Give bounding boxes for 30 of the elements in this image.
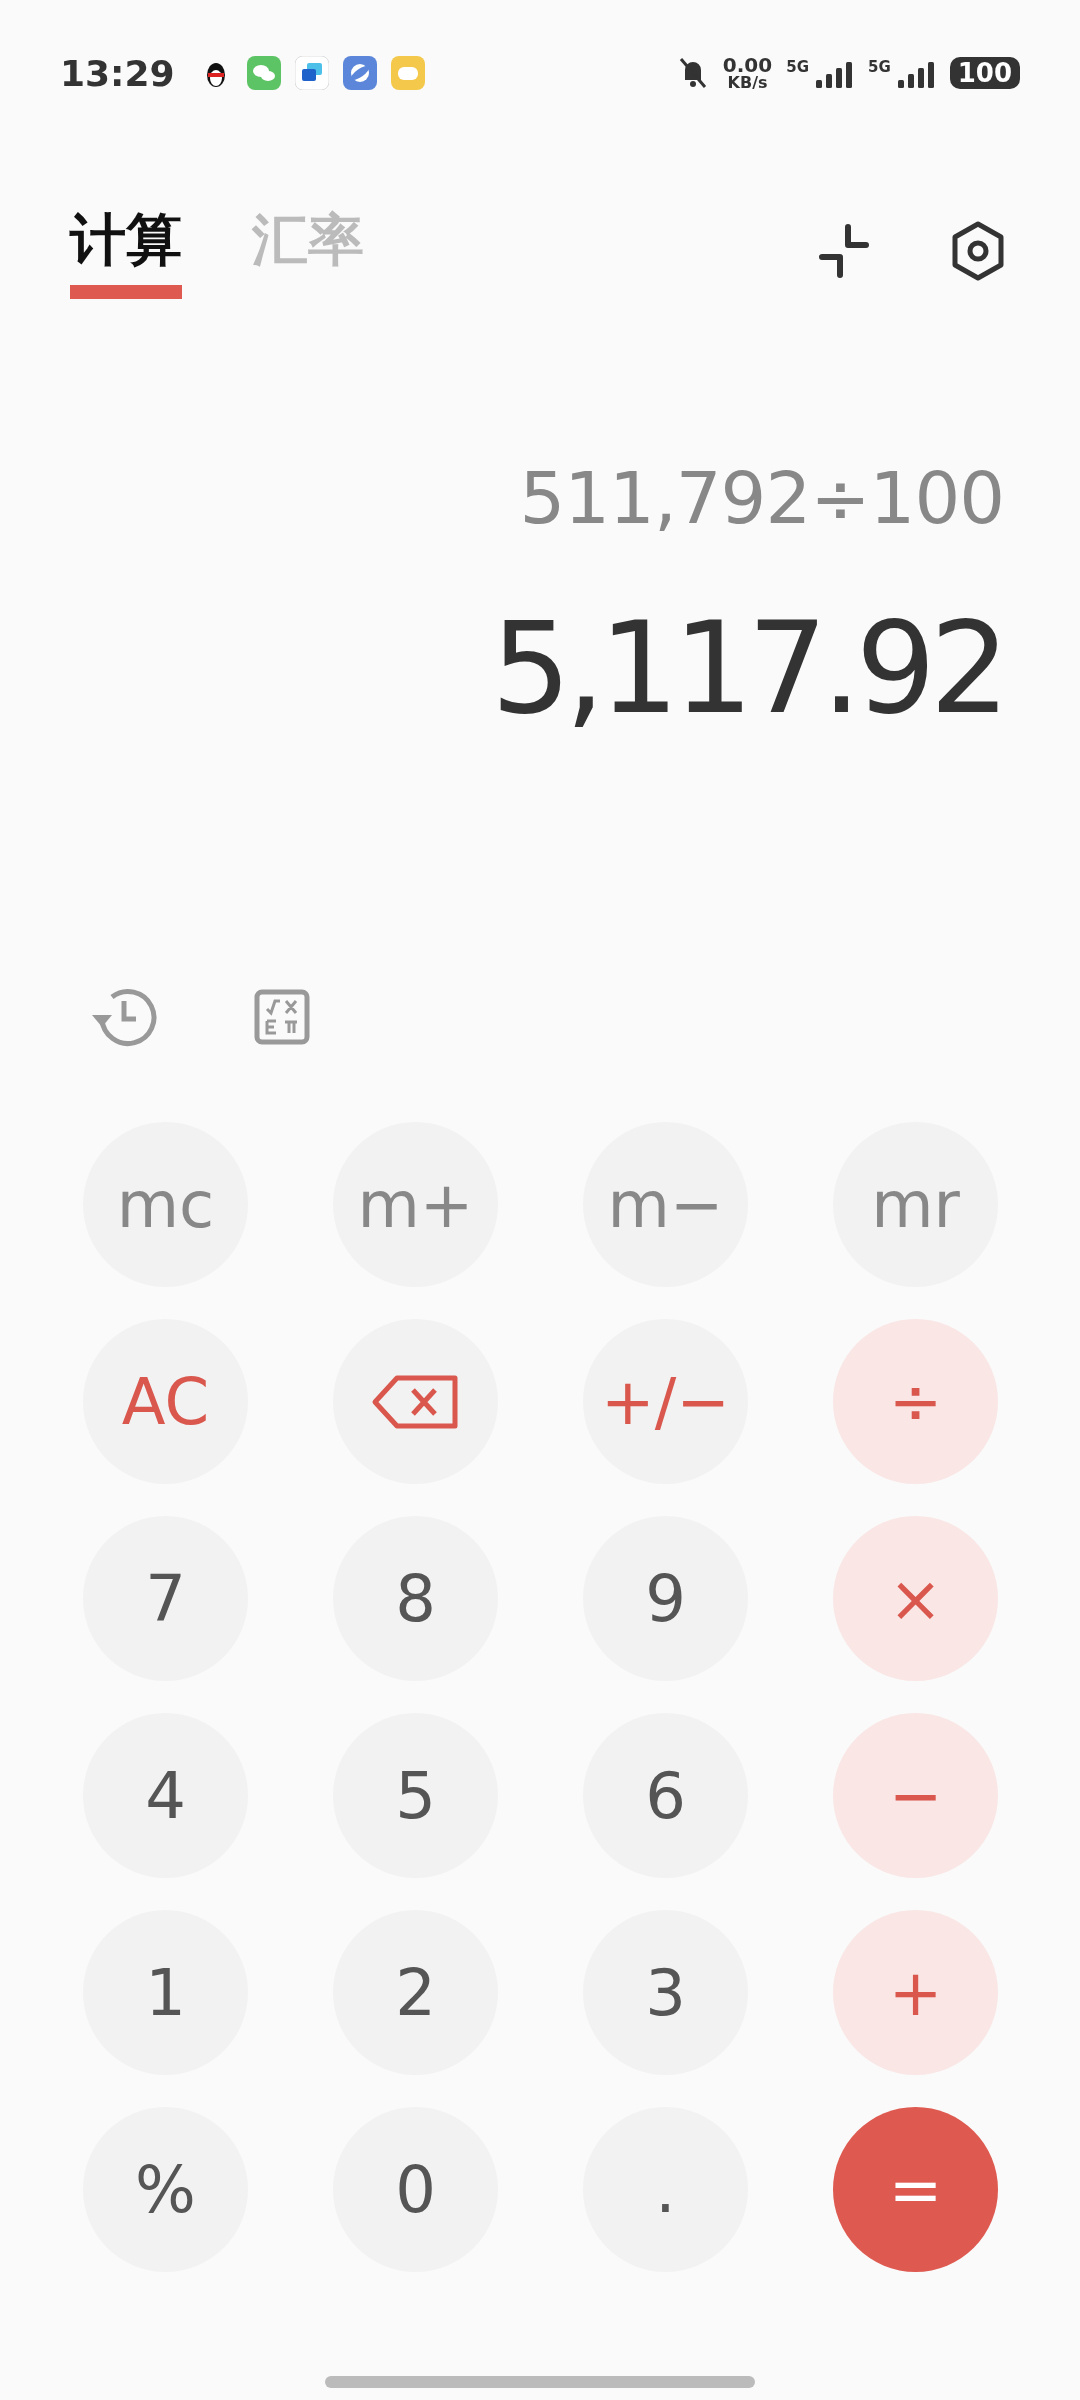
digit-key[interactable]: . xyxy=(583,2107,748,2272)
digit-key[interactable]: 6 xyxy=(583,1713,748,1878)
digit-key[interactable]: 2 xyxy=(333,1910,498,2075)
backspace-icon xyxy=(370,1373,461,1430)
digit-key[interactable]: 4 xyxy=(83,1713,248,1878)
chat-app-icon xyxy=(246,56,281,90)
messages-app-icon xyxy=(294,56,329,90)
status-time: 13:29 xyxy=(60,52,175,94)
speed-unit: KB/s xyxy=(727,75,768,91)
mode-tab[interactable]: 计算 xyxy=(70,203,182,299)
battery-level: 100 xyxy=(949,57,1020,89)
expression: 511,792÷100 xyxy=(519,456,1004,540)
network-type: 5G xyxy=(867,58,891,76)
formula-icon[interactable] xyxy=(254,989,310,1045)
digit-key[interactable]: 7 xyxy=(83,1516,248,1681)
digit-key[interactable]: 0 xyxy=(333,2107,498,2272)
digit-key[interactable]: 5 xyxy=(333,1713,498,1878)
digit-key[interactable]: % xyxy=(83,2107,248,2272)
digit-key[interactable]: 3 xyxy=(583,1910,748,2075)
equals-key[interactable]: = xyxy=(833,2107,998,2272)
speed-value: 0.00 xyxy=(722,55,773,75)
digit-key[interactable]: 8 xyxy=(333,1516,498,1681)
digit-key[interactable]: 1 xyxy=(83,1910,248,2075)
digit-key[interactable]: 9 xyxy=(583,1516,748,1681)
function-key[interactable]: AC xyxy=(83,1319,248,1484)
function-key[interactable]: +/− xyxy=(583,1319,748,1484)
browser-app-icon xyxy=(342,56,377,90)
network-type: 5G xyxy=(786,58,809,76)
game-app-icon xyxy=(390,56,425,90)
result: 5,117.92 xyxy=(490,595,1004,742)
